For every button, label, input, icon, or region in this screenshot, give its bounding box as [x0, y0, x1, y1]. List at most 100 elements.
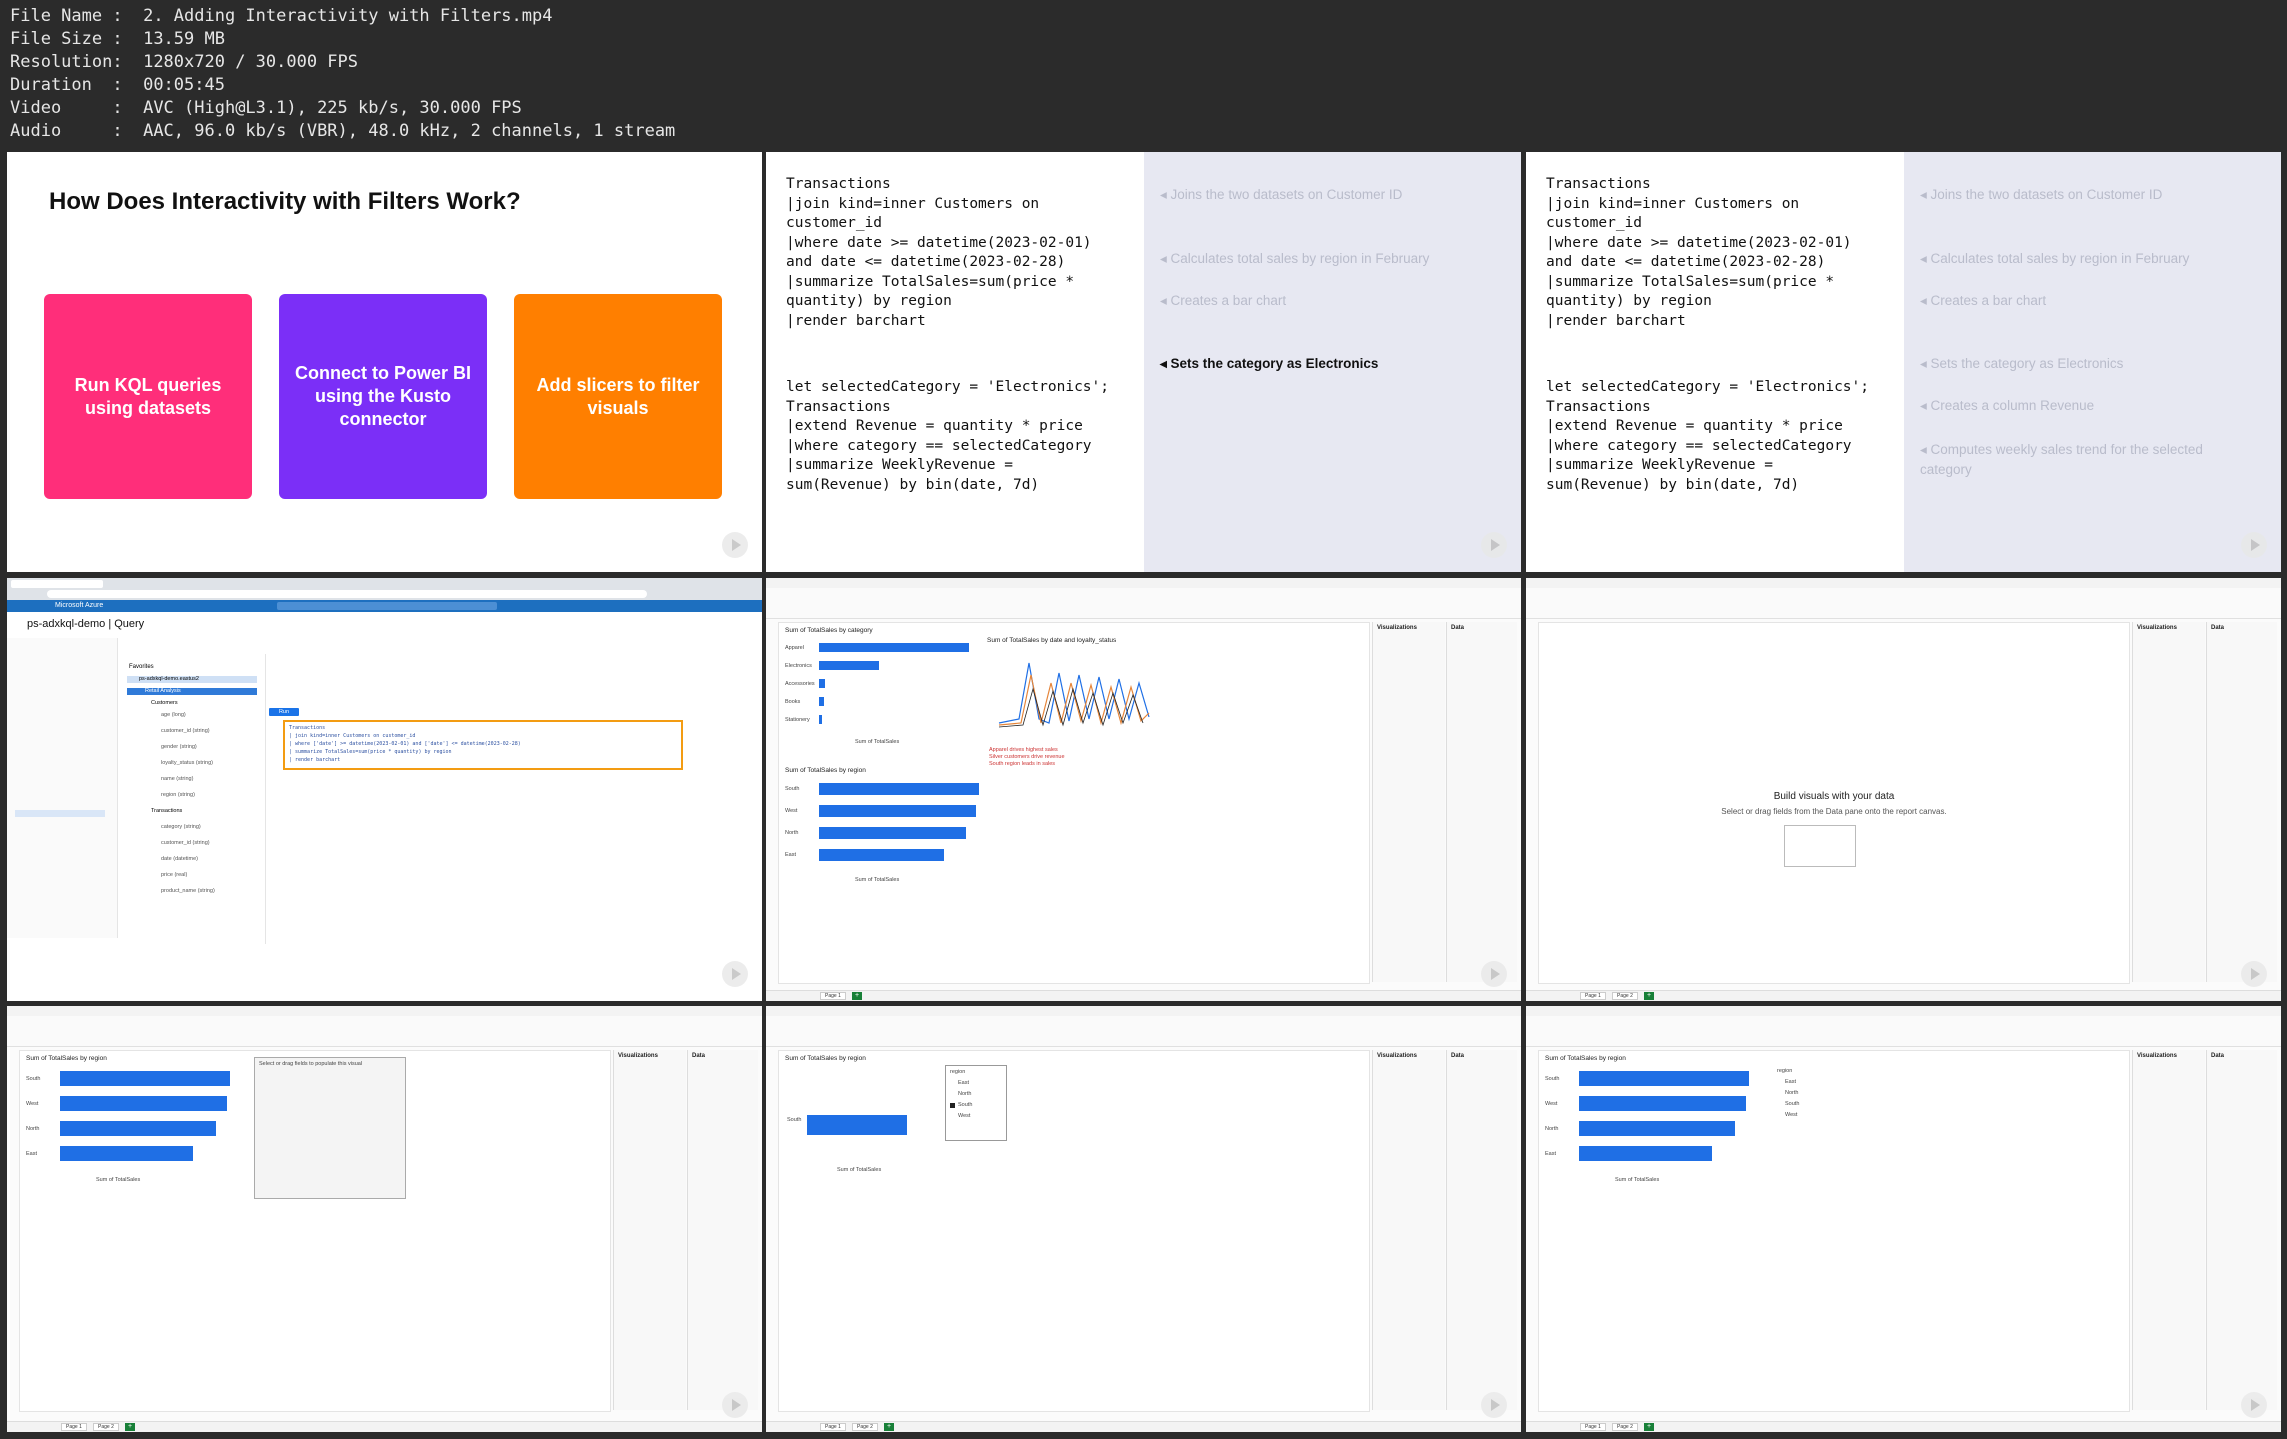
data-pane: Data	[687, 1050, 758, 1410]
tree-item[interactable]: product_name (string)	[161, 888, 215, 894]
thumbnail-code-slide-1[interactable]: Transactions |join kind=inner Customers o…	[766, 152, 1521, 572]
tree-item[interactable]: date (datetime)	[161, 856, 198, 862]
thumbnail-slicer-cleared[interactable]: Sum of TotalSales by region South West Nor…	[1526, 1006, 2281, 1432]
tree-item[interactable]: category (string)	[161, 824, 201, 830]
add-page-button[interactable]: +	[1644, 992, 1654, 1000]
tree-item[interactable]: region (string)	[161, 792, 195, 798]
bar-label: North	[26, 1125, 40, 1132]
tab-page-2[interactable]: Page 2	[1612, 992, 1638, 1000]
add-page-button[interactable]: +	[884, 1423, 894, 1431]
region-slicer[interactable]: region East North South West	[1773, 1065, 1833, 1125]
thumbnail-azure-query[interactable]: Microsoft Azure ps-adxkql-demo | Query F…	[7, 578, 762, 1001]
checkbox-checked-icon[interactable]	[950, 1103, 955, 1108]
visualizations-pane: Visualizations	[2132, 622, 2205, 982]
tree-item[interactable]: customer_id (string)	[161, 728, 210, 734]
slicer-item-east[interactable]: East	[1785, 1079, 1796, 1085]
tree-item[interactable]: price (real)	[161, 872, 187, 878]
play-icon[interactable]	[722, 532, 748, 558]
run-button[interactable]: Run	[269, 708, 299, 716]
file-info-header: File Name : 2. Adding Interactivity with…	[0, 0, 2287, 150]
bar-south[interactable]	[60, 1071, 230, 1086]
bar-south[interactable]	[1579, 1071, 1749, 1086]
tab-page-1[interactable]: Page 1	[1580, 992, 1606, 1000]
bar-north[interactable]	[1579, 1121, 1735, 1136]
slicer-item-north[interactable]: North	[1785, 1090, 1798, 1096]
add-page-button[interactable]: +	[852, 992, 862, 1000]
thumbnail-slide-title[interactable]: How Does Interactivity with Filters Work…	[7, 152, 762, 572]
address-bar[interactable]	[47, 590, 647, 598]
region-slicer[interactable]: region East North South West	[945, 1065, 1007, 1141]
play-icon[interactable]	[722, 1392, 748, 1418]
browser-tab[interactable]	[11, 580, 103, 588]
thumbnail-code-slide-2[interactable]: Transactions |join kind=inner Customers o…	[1526, 152, 2281, 572]
tree-item[interactable]: gender (string)	[161, 744, 197, 750]
slicer-item-west[interactable]: West	[1785, 1112, 1797, 1118]
slicer-item-south[interactable]: South	[958, 1102, 972, 1108]
bar-west[interactable]	[60, 1096, 227, 1111]
bar-east[interactable]	[819, 849, 944, 861]
bar-south[interactable]	[807, 1115, 907, 1135]
slicer-item-north[interactable]: North	[958, 1091, 971, 1097]
play-icon[interactable]	[2241, 532, 2267, 558]
tree-item[interactable]: Favorites	[129, 664, 154, 670]
tree-item[interactable]: Customers	[151, 700, 178, 706]
tree-item[interactable]: ps-adxkql-demo.eastus2	[139, 676, 199, 682]
bar-north[interactable]	[60, 1121, 216, 1136]
thumbnail-add-slicer[interactable]: Sum of TotalSales by region South West Nor…	[7, 1006, 762, 1432]
tab-page-2[interactable]: Page 2	[1612, 1423, 1638, 1431]
bar-books[interactable]	[819, 697, 824, 706]
bar-east[interactable]	[60, 1146, 193, 1161]
tab-page-1[interactable]: Page 1	[1580, 1423, 1606, 1431]
bar-west[interactable]	[1579, 1096, 1746, 1111]
empty-illustration	[1784, 825, 1856, 867]
add-page-button[interactable]: +	[125, 1423, 135, 1431]
thumbnail-powerbi-empty[interactable]: Build visuals with your data Select or d…	[1526, 578, 2281, 1001]
thumbnail-slicer-filtered[interactable]: Sum of TotalSales by region South Sum of…	[766, 1006, 1521, 1432]
empty-slicer[interactable]: Select or drag fields to populate this v…	[254, 1057, 406, 1199]
play-icon[interactable]	[2241, 1392, 2267, 1418]
note-weekly: Computes weekly sales trend for the sele…	[1920, 440, 2250, 480]
bar-stationery[interactable]	[819, 715, 822, 724]
tab-page-1[interactable]: Page 1	[820, 992, 846, 1000]
menu-item-query[interactable]	[15, 810, 105, 817]
tree-item[interactable]: name (string)	[161, 776, 193, 782]
data-title: Data	[1451, 1053, 1465, 1059]
bar-north[interactable]	[819, 827, 966, 839]
tree-item[interactable]: age (long)	[161, 712, 186, 718]
bar-electronics[interactable]	[819, 661, 879, 670]
play-icon[interactable]	[722, 961, 748, 987]
slicer-item-south[interactable]: South	[1785, 1101, 1799, 1107]
tree-item[interactable]: loyalty_status (string)	[161, 760, 213, 766]
tab-page-2[interactable]: Page 2	[852, 1423, 878, 1431]
category-chart-title: Sum of TotalSales by category	[785, 627, 873, 634]
slicer-item-east[interactable]: East	[958, 1080, 969, 1086]
bar-accessories[interactable]	[819, 679, 825, 688]
add-page-button[interactable]: +	[1644, 1423, 1654, 1431]
bar-apparel[interactable]	[819, 643, 969, 652]
tree-item[interactable]: customer_id (string)	[161, 840, 210, 846]
tab-page-2[interactable]: Page 2	[93, 1423, 119, 1431]
tree-item[interactable]: Transactions	[151, 808, 182, 814]
card-connect-power-bi: Connect to Power BI using the Kusto conn…	[279, 294, 487, 499]
bar-west[interactable]	[819, 805, 976, 817]
tab-page-1[interactable]: Page 1	[820, 1423, 846, 1431]
slicer-item-west[interactable]: West	[958, 1113, 970, 1119]
report-canvas: Sum of TotalSales by category Apparel Ele…	[778, 622, 1370, 984]
query-editor[interactable]: Transactions | join kind=inner Customers …	[283, 720, 683, 770]
thumbnail-powerbi-report[interactable]: Sum of TotalSales by category Apparel Ele…	[766, 578, 1521, 1001]
bar-south[interactable]	[819, 783, 979, 795]
azure-search-input[interactable]	[277, 602, 497, 610]
play-icon[interactable]	[1481, 532, 1507, 558]
tab-page-1[interactable]: Page 1	[61, 1423, 87, 1431]
insight-2: Silver customers drive revenue	[989, 754, 1065, 760]
play-icon[interactable]	[2241, 961, 2267, 987]
status-bar	[1526, 1421, 2281, 1432]
tree-item[interactable]: Retail Analysis	[145, 688, 181, 694]
bar-label: East	[1545, 1150, 1557, 1157]
ribbon	[1526, 588, 2281, 619]
bar-east[interactable]	[1579, 1146, 1712, 1161]
bar-label: Accessories	[785, 680, 815, 687]
play-icon[interactable]	[1481, 1392, 1507, 1418]
play-icon[interactable]	[1481, 961, 1507, 987]
notes-pane: Joins the two datasets on Customer ID Ca…	[1904, 152, 2281, 572]
